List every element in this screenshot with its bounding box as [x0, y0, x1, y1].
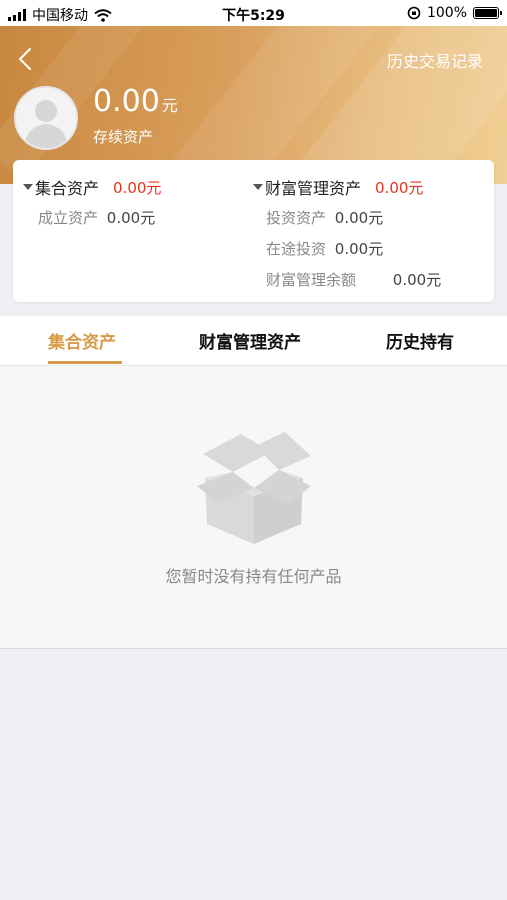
collective-row: 成立资产 0.00元 [38, 207, 155, 228]
caret-down-icon [253, 184, 263, 190]
back-icon[interactable] [12, 44, 42, 74]
wealth-row-value: 0.00元 [334, 240, 384, 258]
wealth-row-value: 0.00元 [334, 209, 384, 227]
battery-percent: 100% [426, 5, 467, 21]
holdings-tab-bar: 集合资产 财富管理资产 历史持有 [0, 316, 507, 366]
orientation-lock-icon [407, 6, 421, 20]
battery-icon [473, 7, 502, 19]
wealth-row: 投资资产 0.00元 [266, 207, 383, 228]
collective-assets-amount: 0.00元 [113, 178, 162, 197]
wealth-assets-amount: 0.00元 [375, 178, 424, 197]
wealth-row: 在途投资 0.00元 [266, 238, 383, 259]
tab-collective-assets[interactable]: 集合资产 [48, 328, 116, 353]
collective-row-value: 0.00元 [106, 209, 156, 227]
empty-state: 您暂时没有持有任何产品 [0, 366, 507, 649]
empty-state-message: 您暂时没有持有任何产品 [165, 567, 342, 586]
asset-summary-card: 集合资产 0.00元 成立资产 0.00元 财富管理资产 0.00元 投资资产 … [13, 160, 494, 302]
active-tab-indicator [48, 361, 122, 364]
wealth-assets-summary[interactable]: 财富管理资产 0.00元 [253, 175, 423, 199]
empty-box-icon [197, 432, 311, 544]
caret-down-icon [23, 184, 33, 190]
wealth-row-label: 财富管理余额 [266, 271, 357, 289]
total-assets-amount: 0.00 元 [93, 84, 178, 119]
history-transactions-link[interactable]: 历史交易记录 [387, 48, 483, 72]
wealth-row-label: 在途投资 [266, 240, 327, 258]
user-silhouette-icon [16, 88, 76, 148]
tab-history-holdings[interactable]: 历史持有 [386, 328, 454, 353]
collective-assets-summary[interactable]: 集合资产 0.00元 [23, 175, 161, 199]
collective-assets-title: 集合资产 [35, 179, 100, 198]
wealth-row-label: 投资资产 [266, 209, 327, 227]
wealth-row: 财富管理余额 0.00元 [266, 269, 441, 290]
wealth-row-value: 0.00元 [392, 271, 442, 289]
status-bar: 中国移动 下午5:29 100% [0, 0, 507, 26]
tab-wealth-assets[interactable]: 财富管理资产 [199, 328, 301, 353]
collective-row-label: 成立资产 [38, 209, 99, 227]
total-assets-label: 存续资产 [93, 128, 154, 146]
wealth-assets-title: 财富管理资产 [265, 179, 362, 198]
avatar[interactable] [14, 86, 78, 150]
